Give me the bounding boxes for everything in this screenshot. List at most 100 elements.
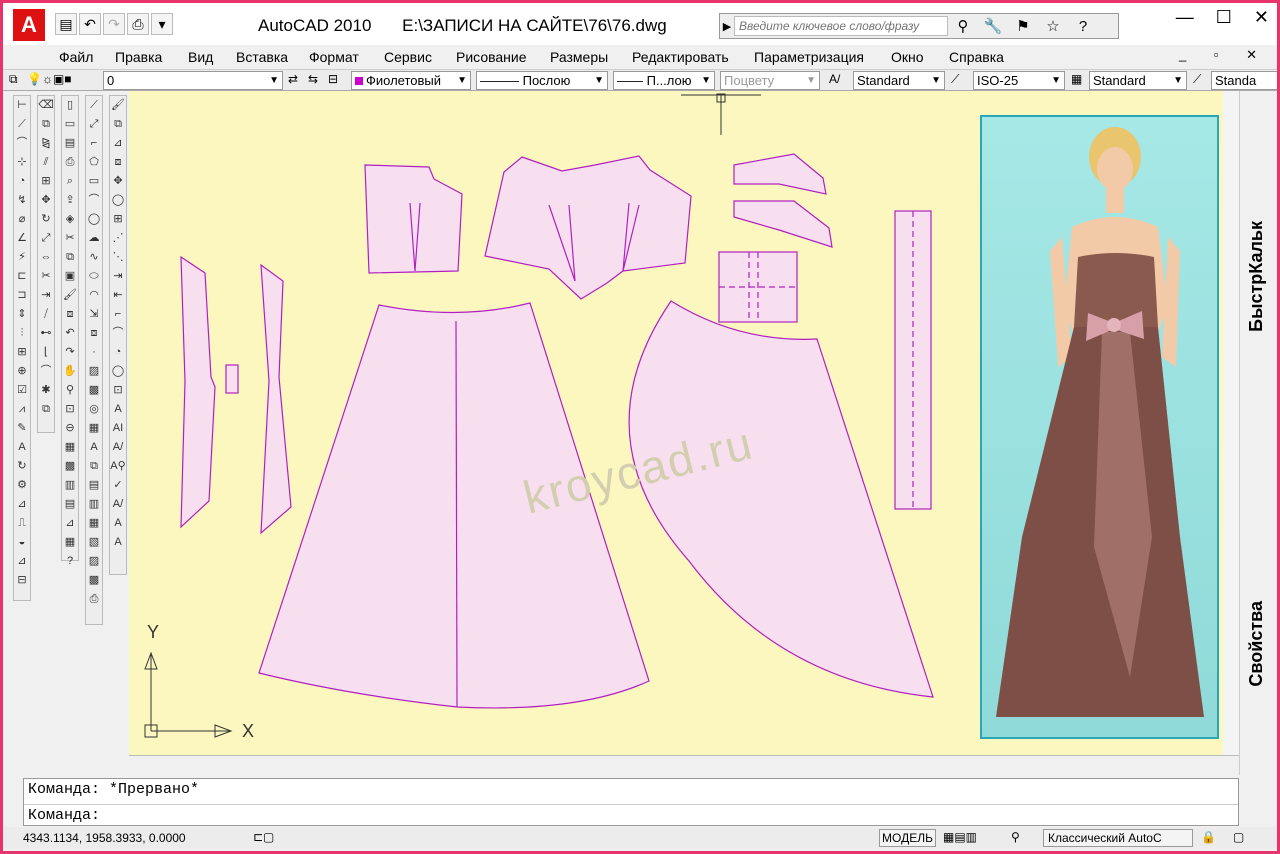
- layer-previous-icon[interactable]: ⇆: [308, 72, 318, 86]
- properties-icon[interactable]: ▦: [62, 438, 78, 457]
- trim-icon[interactable]: ✂: [38, 267, 54, 286]
- model-space-button[interactable]: МОДЕЛЬ: [879, 829, 936, 847]
- favorites-star-icon[interactable]: ☆: [1038, 17, 1068, 35]
- table-icon[interactable]: ▦: [86, 419, 102, 438]
- multileader-style-combo[interactable]: Standa: [1211, 71, 1277, 90]
- justify-text-icon[interactable]: A: [110, 533, 126, 552]
- match-properties-icon[interactable]: 🖌: [62, 286, 78, 305]
- wrench-icon[interactable]: 🔧: [978, 17, 1008, 35]
- application-menu-button[interactable]: A: [13, 9, 45, 41]
- point-icon[interactable]: ·: [86, 343, 102, 362]
- find-text-icon[interactable]: A⚲: [110, 457, 126, 476]
- lineweight-combo[interactable]: —— П...лою ▼: [613, 71, 715, 90]
- baseline-dimension-icon[interactable]: ⊏: [14, 267, 30, 286]
- dimension-edit-icon[interactable]: ✎: [14, 419, 30, 438]
- hatch-icon[interactable]: ▨: [86, 362, 102, 381]
- make-current-layer-icon[interactable]: ⇄: [288, 72, 298, 86]
- linetype-combo[interactable]: ——— Послою ▼: [476, 71, 608, 90]
- join-icon[interactable]: ⊷: [38, 324, 54, 343]
- modify-extra-icon[interactable]: ⧉: [38, 400, 54, 419]
- layer-tool-icon-12[interactable]: ⌒: [110, 324, 126, 343]
- dimension-text-edit-icon[interactable]: A: [14, 438, 30, 457]
- lock-icon[interactable]: 🔒: [1201, 830, 1216, 844]
- table-style-icon[interactable]: ▦: [1071, 72, 1082, 86]
- multiline-text-tb-icon[interactable]: A: [110, 400, 126, 419]
- aligned-dimension-icon[interactable]: ⟋: [14, 115, 30, 134]
- menu-format[interactable]: Формат: [309, 49, 359, 65]
- help-icon[interactable]: ?: [1068, 18, 1098, 35]
- layer-tool-icon-5[interactable]: ◯: [110, 191, 126, 210]
- single-line-text-icon[interactable]: AI: [110, 419, 126, 438]
- dim-extra-icon-1[interactable]: ⎍: [14, 514, 30, 533]
- layer-iso-icon[interactable]: ⊟: [328, 72, 338, 86]
- dim-style-icon[interactable]: ⟋: [951, 72, 959, 87]
- center-mark-icon[interactable]: ⊕: [14, 362, 30, 381]
- markup-icon[interactable]: ⊿: [62, 514, 78, 533]
- spline-icon[interactable]: ∿: [86, 248, 102, 267]
- chamfer-icon[interactable]: ⌊: [38, 343, 54, 362]
- drawing-aid-icons[interactable]: ⊏▢: [253, 830, 274, 844]
- dim-style-combo[interactable]: ISO-25 ▼: [973, 71, 1065, 90]
- undo-tb-icon[interactable]: ↶: [62, 324, 78, 343]
- dimension-space-icon[interactable]: ⇕: [14, 305, 30, 324]
- dim-extra-icon-3[interactable]: ⊿: [14, 552, 30, 571]
- draw-extra-icon-4[interactable]: ▦: [86, 514, 102, 533]
- zoom-window-icon[interactable]: ⊡: [62, 400, 78, 419]
- fillet-icon[interactable]: ⌒: [38, 362, 54, 381]
- publish-icon[interactable]: ⇪: [62, 191, 78, 210]
- command-prompt[interactable]: Команда:: [28, 807, 100, 824]
- paste-icon[interactable]: ▣: [62, 267, 78, 286]
- drawing-canvas[interactable]: Y X kroycad.ru: [129, 91, 1223, 755]
- revision-cloud-icon[interactable]: ☁: [86, 229, 102, 248]
- new-file-icon[interactable]: ▯: [62, 96, 78, 115]
- menu-modify[interactable]: Редактировать: [632, 49, 729, 65]
- stretch-icon[interactable]: ⇔: [38, 248, 54, 267]
- zoom-previous-icon[interactable]: ⊖: [62, 419, 78, 438]
- draw-extra-icon-5[interactable]: ▧: [86, 533, 102, 552]
- quick-dimension-icon[interactable]: ⚡: [14, 248, 30, 267]
- dropdown-icon[interactable]: ▾: [151, 13, 173, 35]
- layer-tool-icon-8[interactable]: ⋱: [110, 248, 126, 267]
- gradient-icon[interactable]: ▩: [86, 381, 102, 400]
- command-line[interactable]: Команда: *Прервано* Команда:: [23, 778, 1239, 826]
- layer-tool-icon-15[interactable]: ⊡: [110, 381, 126, 400]
- layer-tool-icon-7[interactable]: ⋰: [110, 229, 126, 248]
- save-file-icon[interactable]: ▤: [62, 134, 78, 153]
- tolerance-icon[interactable]: ⊞: [14, 343, 30, 362]
- layer-tool-icon-4[interactable]: ✥: [110, 172, 126, 191]
- maximize-button[interactable]: ☐: [1216, 7, 1232, 28]
- scale-icon[interactable]: ⤢: [38, 229, 54, 248]
- text-style-combo[interactable]: Standard ▼: [853, 71, 945, 90]
- diameter-dimension-icon[interactable]: ⌀: [14, 210, 30, 229]
- plot-preview-icon[interactable]: ⌕: [62, 172, 78, 191]
- draw-extra-icon-3[interactable]: ▥: [86, 495, 102, 514]
- spell-check-icon[interactable]: ✓: [110, 476, 126, 495]
- mirror-icon[interactable]: ⧎: [38, 134, 54, 153]
- layer-manager-icon[interactable]: ⧉: [9, 72, 18, 87]
- dim-style-manager-icon[interactable]: ⚙: [14, 476, 30, 495]
- menu-tools[interactable]: Сервис: [384, 49, 432, 65]
- menu-help[interactable]: Справка: [949, 49, 1004, 65]
- polyline-icon[interactable]: ⌐: [86, 134, 102, 153]
- pan-icon[interactable]: ✋: [62, 362, 78, 381]
- break-icon[interactable]: ⧸: [38, 305, 54, 324]
- copy-clip-icon[interactable]: ⧉: [62, 248, 78, 267]
- minimize-button[interactable]: —: [1176, 7, 1194, 28]
- quickcalc-icon[interactable]: ▦: [62, 533, 78, 552]
- array-icon[interactable]: ⊞: [38, 172, 54, 191]
- layer-combo[interactable]: 0 ▼: [103, 71, 283, 90]
- redo-icon[interactable]: ↷: [103, 13, 125, 35]
- 3d-dwf-icon[interactable]: ◈: [62, 210, 78, 229]
- color-combo[interactable]: Фиолетовый ▼: [351, 71, 471, 90]
- draw-extra-icon-7[interactable]: ▩: [86, 571, 102, 590]
- continue-dimension-icon[interactable]: ⊐: [14, 286, 30, 305]
- sheet-set-icon[interactable]: ▤: [62, 495, 78, 514]
- layer-tool-icon-14[interactable]: ◯: [110, 362, 126, 381]
- close-button[interactable]: ✕: [1254, 7, 1269, 28]
- menu-parametric[interactable]: Параметризация: [754, 49, 864, 65]
- circle-icon[interactable]: ◯: [86, 210, 102, 229]
- zoom-realtime-icon[interactable]: ⚲: [62, 381, 78, 400]
- redo-tb-icon[interactable]: ↷: [62, 343, 78, 362]
- scale-text-icon[interactable]: A: [110, 514, 126, 533]
- extend-icon[interactable]: ⇥: [38, 286, 54, 305]
